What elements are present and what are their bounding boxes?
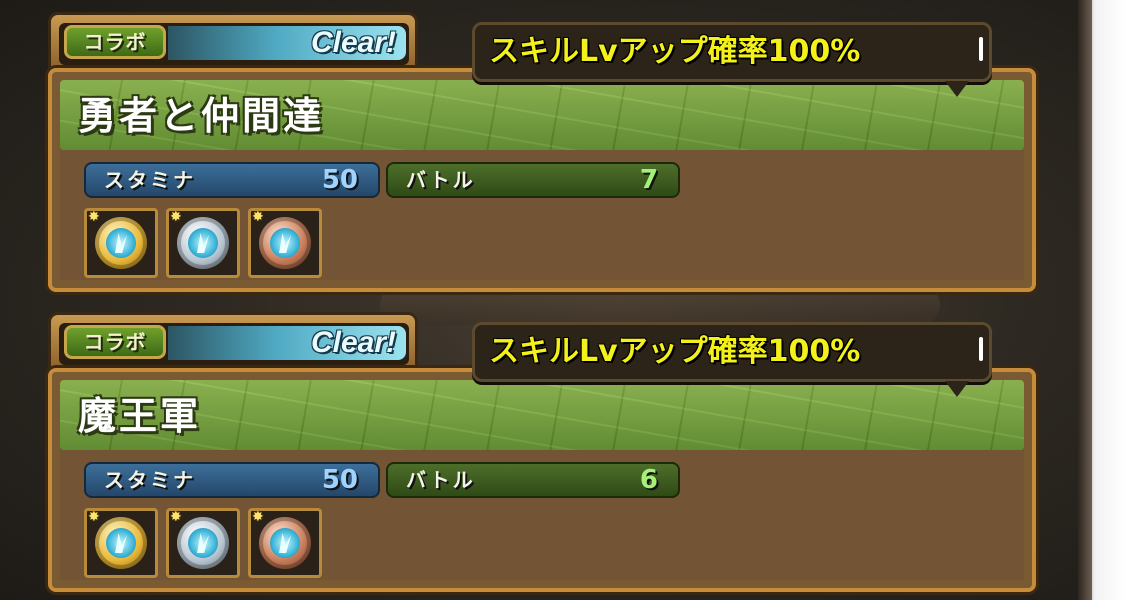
skill-up-callout: スキルLvアップ確率100% xyxy=(472,322,992,397)
star-icon: ✸ xyxy=(252,509,264,525)
gold-medal-icon xyxy=(95,517,147,569)
battle-label: バトル xyxy=(406,468,476,492)
battle-value: 7 xyxy=(639,165,658,195)
dungeon-details: スタミナ 50 バトル 6 ✸ ✸ ✸ xyxy=(60,450,1024,580)
dungeon-title: 勇者と仲間達 xyxy=(78,94,325,138)
skill-up-text: スキルLvアップ確率100% xyxy=(489,34,861,69)
dungeon-title: 魔王軍 xyxy=(78,394,202,438)
callout-tail xyxy=(945,381,969,397)
dungeon-panel: 魔王軍 スタミナ 50 バトル 6 ✸ ✸ ✸ xyxy=(48,368,1036,592)
title-band: 勇者と仲間達 xyxy=(60,80,1024,150)
silver-medal-icon xyxy=(177,217,229,269)
medal-gem xyxy=(188,228,218,258)
medal-slot: ✸ xyxy=(166,508,240,578)
star-icon: ✸ xyxy=(170,209,182,225)
callout-tail xyxy=(945,81,969,97)
callout-exclamation-mark xyxy=(979,337,983,361)
scrollbar-edge xyxy=(1078,0,1092,600)
medal-list: ✸ ✸ ✸ xyxy=(84,208,334,278)
medal-list: ✸ ✸ ✸ xyxy=(84,508,334,578)
battle-stat: バトル 7 xyxy=(386,162,680,198)
star-icon: ✸ xyxy=(170,509,182,525)
star-icon: ✸ xyxy=(88,209,100,225)
bronze-medal-icon xyxy=(259,517,311,569)
medal-gem xyxy=(188,528,218,558)
collab-badge: コラボ xyxy=(64,25,166,59)
medal-gem xyxy=(270,528,300,558)
dungeon-panel: 勇者と仲間達 スタミナ 50 バトル 7 ✸ ✸ ✸ xyxy=(48,68,1036,292)
stamina-label: スタミナ xyxy=(104,468,196,492)
stamina-label: スタミナ xyxy=(104,168,196,192)
medal-slot: ✸ xyxy=(84,508,158,578)
callout-exclamation-mark xyxy=(979,37,983,61)
star-icon: ✸ xyxy=(252,209,264,225)
dungeon-card[interactable]: コラボ Clear! 勇者と仲間達 スタミナ 50 バトル 7 ✸ ✸ ✸ スキ… xyxy=(48,12,1036,292)
dungeon-details: スタミナ 50 バトル 7 ✸ ✸ ✸ xyxy=(60,150,1024,280)
battle-label: バトル xyxy=(406,168,476,192)
clear-status-label: Clear! xyxy=(310,326,396,359)
stamina-value: 50 xyxy=(321,465,358,495)
stamina-stat: スタミナ 50 xyxy=(84,462,380,498)
battle-value: 6 xyxy=(639,465,658,495)
gold-medal-icon xyxy=(95,217,147,269)
stamina-value: 50 xyxy=(321,165,358,195)
battle-stat: バトル 6 xyxy=(386,462,680,498)
clear-status-bar: Clear! xyxy=(168,326,406,360)
title-band: 魔王軍 xyxy=(60,380,1024,450)
star-icon: ✸ xyxy=(88,509,100,525)
bronze-medal-icon xyxy=(259,217,311,269)
collab-badge: コラボ xyxy=(64,325,166,359)
medal-slot: ✸ xyxy=(84,208,158,278)
medal-slot: ✸ xyxy=(248,508,322,578)
clear-status-label: Clear! xyxy=(310,26,396,59)
medal-gem xyxy=(270,228,300,258)
skill-up-text: スキルLvアップ確率100% xyxy=(489,334,861,369)
dungeon-card[interactable]: コラボ Clear! 魔王軍 スタミナ 50 バトル 6 ✸ ✸ ✸ スキルLv… xyxy=(48,312,1036,592)
medal-gem xyxy=(106,528,136,558)
medal-slot: ✸ xyxy=(248,208,322,278)
silver-medal-icon xyxy=(177,517,229,569)
stamina-stat: スタミナ 50 xyxy=(84,162,380,198)
scrollbar-track[interactable] xyxy=(1078,0,1125,600)
medal-gem xyxy=(106,228,136,258)
medal-slot: ✸ xyxy=(166,208,240,278)
clear-status-bar: Clear! xyxy=(168,26,406,60)
skill-up-callout: スキルLvアップ確率100% xyxy=(472,22,992,97)
